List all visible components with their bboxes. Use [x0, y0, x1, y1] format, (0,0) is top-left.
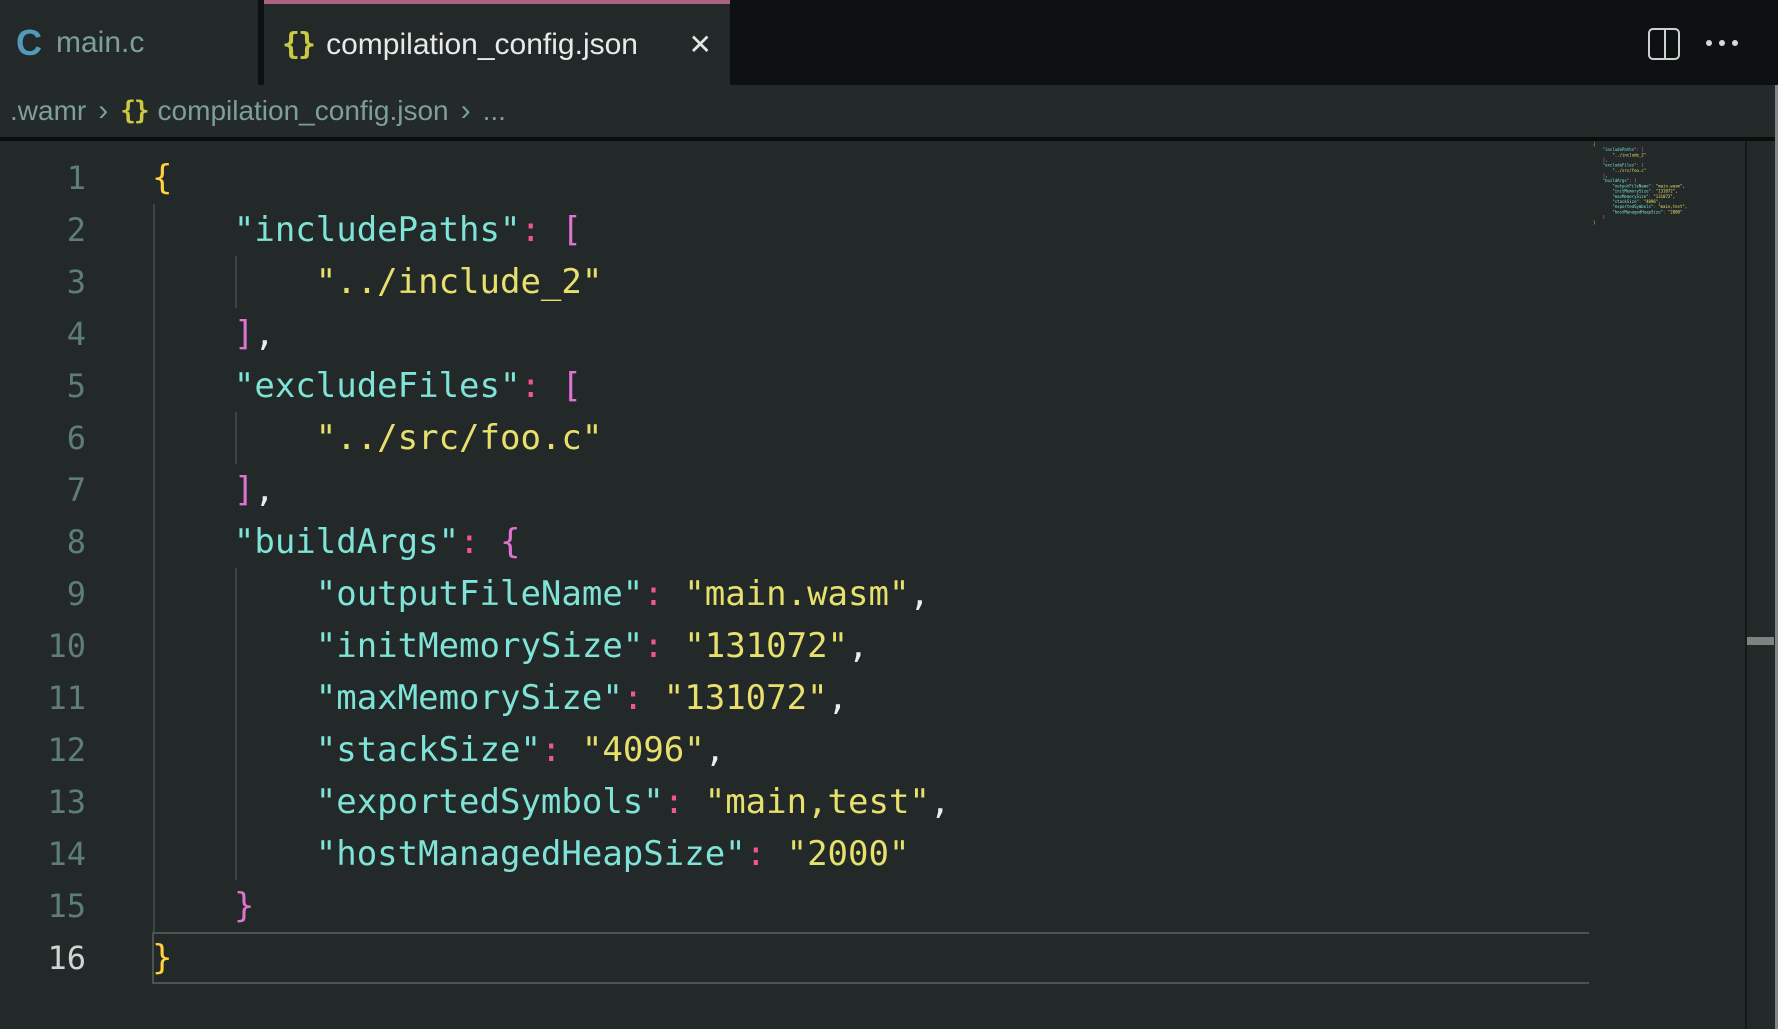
vscode-window: C main.c {} compilation_config.json ✕ .w… [0, 0, 1778, 1029]
minimap-content: { "includePaths": [ "../include_2" ], "e… [1593, 142, 1699, 225]
line-number[interactable]: 7 [0, 464, 86, 516]
editor[interactable]: 1{2 "includePaths": [3 "../include_2"4 ]… [0, 141, 1778, 1029]
minimap[interactable]: { "includePaths": [ "../include_2" ], "e… [1593, 142, 1743, 272]
code-line[interactable]: 3 "../include_2" [0, 256, 1589, 308]
code-line[interactable]: 12 "stackSize": "4096", [0, 724, 1589, 776]
code-line[interactable]: } [1593, 220, 1699, 225]
breadcrumb-item-symbol[interactable]: ... [483, 95, 506, 127]
code-line-text[interactable]: "hostManagedHeapSize": "2000" [1593, 209, 1682, 214]
tab-main-c-label: main.c [56, 26, 144, 60]
code-line-text[interactable]: "includePaths": [ [152, 204, 582, 256]
code-line[interactable]: 10 "initMemorySize": "131072", [0, 620, 1589, 672]
c-file-icon: C [16, 22, 42, 64]
code-line-text[interactable]: } [1593, 220, 1595, 225]
close-tab-icon[interactable]: ✕ [689, 28, 712, 61]
line-number[interactable]: 12 [0, 724, 86, 776]
split-editor-icon[interactable] [1648, 28, 1680, 60]
code-line[interactable]: 13 "exportedSymbols": "main,test", [0, 776, 1589, 828]
tab-compilation-config-json-label: compilation_config.json [326, 28, 638, 62]
json-file-icon: {} [120, 96, 147, 126]
code-line[interactable]: 6 "../src/foo.c" [0, 412, 1589, 464]
line-number[interactable]: 6 [0, 412, 86, 464]
code-line-text[interactable]: } [152, 932, 172, 984]
more-actions-icon[interactable] [1706, 40, 1738, 46]
line-number[interactable]: 5 [0, 360, 86, 412]
code-line-text[interactable]: "outputFileName": "main.wasm", [152, 568, 930, 620]
code-line[interactable]: 7 ], [0, 464, 1589, 516]
code-lines: 1{2 "includePaths": [3 "../include_2"4 ]… [0, 141, 1589, 984]
line-number[interactable]: 15 [0, 880, 86, 932]
code-line-text[interactable]: "buildArgs": { [152, 516, 521, 568]
code-line[interactable]: 9 "outputFileName": "main.wasm", [0, 568, 1589, 620]
split-editor-icon-divider [1664, 30, 1666, 58]
code-line[interactable]: 1{ [0, 152, 1589, 204]
line-number[interactable]: 10 [0, 620, 86, 672]
code-line[interactable]: 15 } [0, 880, 1589, 932]
chevron-right-icon: › [98, 94, 108, 128]
json-file-icon: {} [282, 27, 314, 62]
chevron-right-icon: › [461, 94, 471, 128]
line-number[interactable]: 2 [0, 204, 86, 256]
code-line-text[interactable]: "excludeFiles": [ [152, 360, 582, 412]
code-line-text[interactable]: "hostManagedHeapSize": "2000" [152, 828, 909, 880]
tab-compilation-config-json[interactable]: {} compilation_config.json ✕ [264, 0, 730, 85]
tab-main-c[interactable]: C main.c [0, 0, 258, 85]
code-line-text[interactable]: "initMemorySize": "131072", [152, 620, 869, 672]
line-number[interactable]: 1 [0, 152, 86, 204]
code-line[interactable]: 2 "includePaths": [ [0, 204, 1589, 256]
code-line[interactable]: 14 "hostManagedHeapSize": "2000" [0, 828, 1589, 880]
line-number[interactable]: 8 [0, 516, 86, 568]
line-number[interactable]: 9 [0, 568, 86, 620]
line-number[interactable]: 14 [0, 828, 86, 880]
line-number[interactable]: 3 [0, 256, 86, 308]
breadcrumb: .wamr › {} compilation_config.json › ... [0, 85, 1778, 137]
code-line-text[interactable]: { [152, 152, 172, 204]
tab-bar: C main.c {} compilation_config.json ✕ [0, 0, 1778, 85]
breadcrumb-item-wamr[interactable]: .wamr [10, 95, 86, 127]
code-line[interactable]: 8 "buildArgs": { [0, 516, 1589, 568]
code-line[interactable]: 11 "maxMemorySize": "131072", [0, 672, 1589, 724]
code-line-text[interactable]: "maxMemorySize": "131072", [152, 672, 848, 724]
code-line-text[interactable]: "../include_2" [152, 256, 602, 308]
line-number[interactable]: 13 [0, 776, 86, 828]
cursor-position-marker [1747, 637, 1774, 645]
code-line-text[interactable]: "exportedSymbols": "main,test", [152, 776, 950, 828]
overview-ruler[interactable] [1747, 141, 1778, 1029]
code-line-text[interactable]: "stackSize": "4096", [152, 724, 725, 776]
code-line[interactable]: 4 ], [0, 308, 1589, 360]
code-line-text[interactable]: ], [152, 464, 275, 516]
code-line[interactable]: 16} [0, 932, 1589, 984]
code-line[interactable]: 5 "excludeFiles": [ [0, 360, 1589, 412]
breadcrumb-item-file[interactable]: compilation_config.json [158, 95, 449, 127]
line-number[interactable]: 4 [0, 308, 86, 360]
code-line-text[interactable]: } [152, 880, 254, 932]
line-number[interactable]: 11 [0, 672, 86, 724]
code-line-text[interactable]: "../src/foo.c" [152, 412, 602, 464]
code-line-text[interactable]: ], [152, 308, 275, 360]
line-number[interactable]: 16 [0, 932, 86, 984]
